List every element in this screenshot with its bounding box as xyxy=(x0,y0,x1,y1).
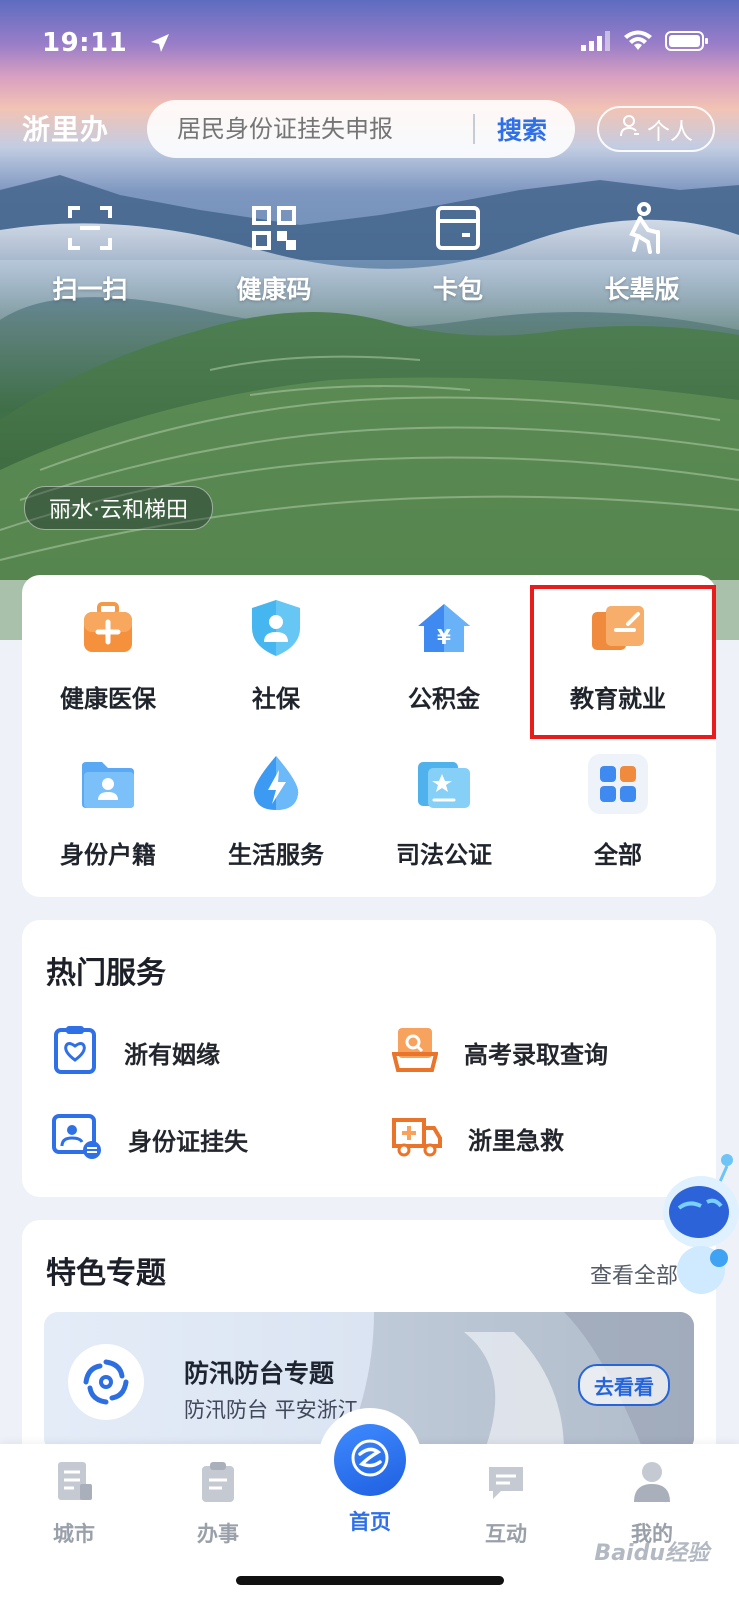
hot-service-exam-query[interactable]: 高考录取查询 xyxy=(391,1024,608,1080)
quick-card-wallet-label: 卡包 xyxy=(432,275,483,304)
elder-icon xyxy=(618,202,666,258)
featured-title: 特色专题 xyxy=(46,1256,166,1291)
quick-card-wallet[interactable]: 卡包 xyxy=(388,204,528,306)
hot-service-label: 浙有姻缘 xyxy=(124,1040,220,1069)
home-indicator xyxy=(236,1576,504,1585)
quick-actions: 扫一扫 健康码 卡包 长辈版 xyxy=(0,202,739,314)
education-icon xyxy=(588,602,648,658)
battery-icon xyxy=(665,30,709,56)
typhoon-swirl-icon xyxy=(83,1359,129,1405)
tab-services[interactable]: 办事 xyxy=(158,1460,278,1548)
search-input[interactable] xyxy=(175,114,473,144)
category-label: 教育就业 xyxy=(570,685,666,713)
personal-mode-button[interactable]: 个人 xyxy=(597,106,715,152)
category-housing-fund[interactable]: ¥ 公积金 xyxy=(358,597,530,714)
home-center-button[interactable] xyxy=(334,1424,406,1496)
marriage-certificate-icon xyxy=(52,1024,98,1080)
quick-elder-mode[interactable]: 长辈版 xyxy=(572,202,712,306)
category-label: 社保 xyxy=(252,685,300,713)
hot-service-label: 身份证挂失 xyxy=(128,1127,248,1156)
wifi-icon xyxy=(623,30,653,56)
category-label: 健康医保 xyxy=(60,685,156,713)
hot-service-id-loss[interactable]: 身份证挂失 xyxy=(52,1112,248,1166)
category-id-household[interactable]: 身份户籍 xyxy=(22,753,194,870)
chat-icon xyxy=(485,1461,527,1508)
justice-folder-icon xyxy=(414,758,474,814)
robot-icon xyxy=(663,1154,739,1294)
location-arrow-icon xyxy=(149,32,171,58)
category-all[interactable]: 全部 xyxy=(532,753,704,870)
medical-kit-icon xyxy=(80,600,136,660)
quick-scan-label: 扫一扫 xyxy=(52,275,128,304)
category-label: 公积金 xyxy=(408,685,480,713)
category-social-security[interactable]: 社保 xyxy=(190,597,362,714)
tab-interact[interactable]: 互动 xyxy=(446,1462,566,1548)
tab-label: 城市 xyxy=(53,1522,95,1546)
go-see-button[interactable]: 去看看 xyxy=(578,1364,670,1406)
ambulance-icon xyxy=(392,1112,442,1164)
category-life-services[interactable]: 生活服务 xyxy=(190,753,362,870)
category-justice-notary[interactable]: 司法公证 xyxy=(358,753,530,870)
hot-service-marriage[interactable]: 浙有姻缘 xyxy=(52,1024,220,1080)
exam-search-icon xyxy=(391,1024,439,1080)
search-button[interactable]: 搜索 xyxy=(497,111,547,147)
person-icon xyxy=(632,1460,672,1509)
banner-title: 防汛防台专题 xyxy=(184,1359,335,1388)
person-switch-icon xyxy=(619,114,641,144)
scan-icon xyxy=(66,204,114,256)
personal-mode-label: 个人 xyxy=(647,119,693,145)
quick-scan[interactable]: 扫一扫 xyxy=(20,204,160,306)
category-label: 生活服务 xyxy=(228,841,324,869)
banner-subtitle: 防汛防台 平安浙江 xyxy=(184,1398,359,1422)
house-yen-icon: ¥ xyxy=(414,600,474,660)
flood-topic-logo xyxy=(68,1344,144,1420)
category-education-employment[interactable]: 教育就业 xyxy=(532,597,704,714)
card-wallet-icon xyxy=(434,204,482,256)
status-icons xyxy=(151,30,709,56)
svg-text:¥: ¥ xyxy=(437,625,451,649)
hot-services-title: 热门服务 xyxy=(46,956,166,991)
status-time: 19:11 xyxy=(42,28,128,58)
grid-icon xyxy=(587,753,649,819)
category-health-insurance[interactable]: 健康医保 xyxy=(22,597,194,714)
clipboard-icon xyxy=(198,1460,238,1509)
hot-service-label: 浙里急救 xyxy=(468,1126,564,1155)
category-label: 全部 xyxy=(594,841,642,869)
lightning-drop-icon xyxy=(248,754,304,818)
hot-service-first-aid[interactable]: 浙里急救 xyxy=(392,1112,564,1164)
watermark: Baidu经验 xyxy=(594,1541,709,1566)
quick-health-code-label: 健康码 xyxy=(236,275,312,304)
quick-health-code[interactable]: 健康码 xyxy=(204,204,344,306)
service-category-card: 健康医保 社保 ¥ 公积金 教育就业 身份户籍 生活服务 司法公证 全部 xyxy=(22,575,716,897)
app-brand-logo: 浙里办 xyxy=(22,113,110,146)
category-label: 身份户籍 xyxy=(60,841,156,869)
hero-background xyxy=(0,0,739,640)
id-card-icon xyxy=(52,1112,102,1166)
tab-label: 办事 xyxy=(197,1522,239,1546)
signal-icon xyxy=(581,31,611,55)
hot-service-label: 高考录取查询 xyxy=(464,1040,608,1069)
assistant-robot[interactable] xyxy=(649,1150,739,1300)
tab-label: 互动 xyxy=(485,1522,527,1546)
shield-person-icon xyxy=(248,598,304,662)
qr-code-icon xyxy=(250,204,298,256)
location-tag[interactable]: 丽水·云和梯田 xyxy=(24,486,213,530)
quick-elder-mode-label: 长辈版 xyxy=(604,275,680,304)
id-folder-icon xyxy=(78,758,138,814)
city-icon xyxy=(54,1460,94,1509)
category-label: 司法公证 xyxy=(396,841,492,869)
tab-city[interactable]: 城市 xyxy=(14,1460,134,1548)
hot-services-card: 热门服务 浙有姻缘 高考录取查询 身份证挂失 浙里急救 xyxy=(22,920,716,1197)
search-bar[interactable]: 搜索 xyxy=(147,100,575,158)
home-logo-icon xyxy=(348,1436,392,1484)
search-divider xyxy=(472,114,475,144)
scenery-image xyxy=(0,175,739,640)
